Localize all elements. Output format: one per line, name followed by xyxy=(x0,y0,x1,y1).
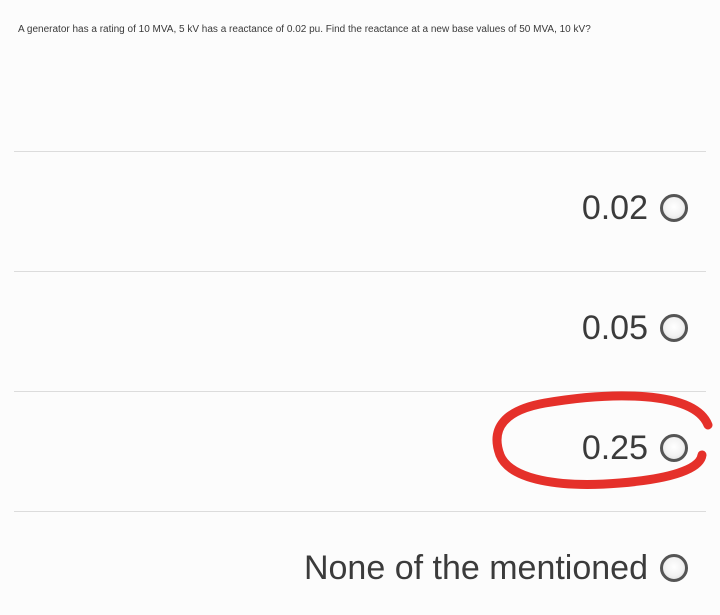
divider xyxy=(14,391,706,392)
option-none-of-the-mentioned[interactable]: None of the mentioned xyxy=(304,538,688,598)
option-label: None of the mentioned xyxy=(303,548,648,587)
option-0-25[interactable]: 0.25 xyxy=(582,418,688,478)
radio-button[interactable] xyxy=(660,314,688,342)
question-text: A generator has a rating of 10 MVA, 5 kV… xyxy=(18,24,591,35)
divider xyxy=(14,151,706,152)
option-0-05[interactable]: 0.05 xyxy=(582,298,688,358)
divider xyxy=(14,511,706,512)
radio-button[interactable] xyxy=(660,554,688,582)
option-label: 0.25 xyxy=(581,428,648,467)
radio-button[interactable] xyxy=(660,194,688,222)
option-label: 0.05 xyxy=(581,308,648,347)
radio-button[interactable] xyxy=(660,434,688,462)
divider xyxy=(14,271,706,272)
option-0-02[interactable]: 0.02 xyxy=(582,178,688,238)
option-label: 0.02 xyxy=(581,188,648,227)
